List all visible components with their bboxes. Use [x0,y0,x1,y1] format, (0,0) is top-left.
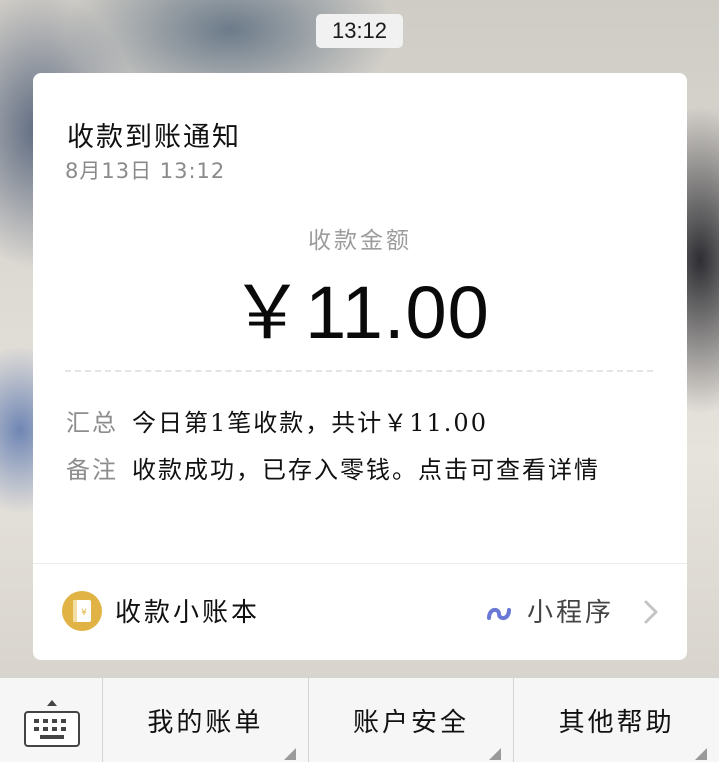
summary-key: 汇总 [66,409,118,437]
chevron-right-icon [643,599,659,625]
note-key: 备注 [66,456,118,484]
time-text: 13:12 [331,18,388,43]
dashed-divider [65,370,653,372]
summary-value: 今日第1笔收款，共计￥11.00 [132,409,488,437]
note-row: 备注 收款成功，已存入零钱。点击可查看详情 [66,452,657,488]
notification-datetime: 8月13日 13:12 [65,159,226,183]
menu-my-bills-label: 我的账单 [147,707,264,738]
menu-account-security[interactable]: 账户安全 [309,678,515,762]
miniprogram-label[interactable]: 小程序 [527,592,614,629]
amount-label: 收款金额 [308,228,412,254]
bottom-menu-bar: 我的账单 账户安全 其他帮助 [0,677,719,762]
svg-text:¥: ¥ [81,608,87,618]
time-stamp: 13:12 [316,14,403,48]
submenu-indicator-icon [283,748,296,760]
summary-row: 汇总 今日第1笔收款，共计￥11.00 [66,405,657,441]
ledger-label[interactable]: 收款小账本 [115,592,260,629]
submenu-indicator-icon [695,748,708,760]
miniprogram-link-icon [483,596,515,628]
note-value: 收款成功，已存入零钱。点击可查看详情 [132,456,600,484]
menu-account-security-label: 账户安全 [353,707,470,738]
menu-my-bills[interactable]: 我的账单 [103,678,309,762]
payment-notification-card[interactable]: 收款到账通知 8月13日 13:12 收款金额 ￥11.00 汇总 今日第1笔收… [33,73,687,660]
ledger-icon: ¥ [62,591,102,631]
keyboard-icon [24,698,80,748]
menu-other-help-label: 其他帮助 [558,707,675,738]
keyboard-up-arrow-icon [47,700,57,706]
keyboard-toggle-button[interactable] [0,678,103,762]
menu-other-help[interactable]: 其他帮助 [514,678,719,762]
notification-title: 收款到账通知 [67,122,241,153]
amount-value: ￥11.00 [230,271,490,354]
card-footer[interactable]: ¥ 收款小账本 小程序 [33,564,687,660]
submenu-indicator-icon [489,748,502,760]
